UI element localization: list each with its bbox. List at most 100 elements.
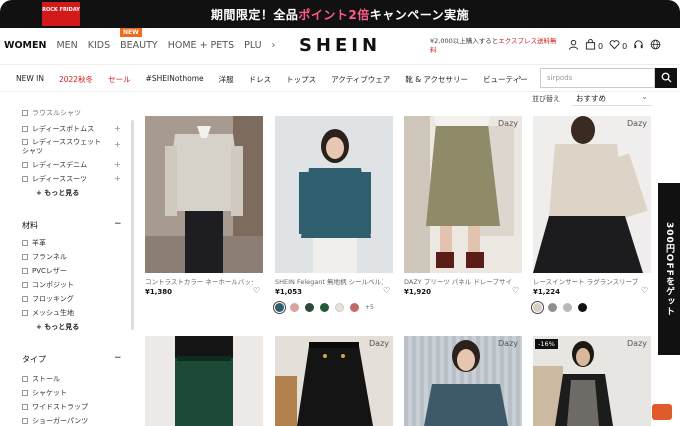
product-title[interactable]: SHEIN Felegant 無地柄 シールベルス [275, 276, 383, 286]
more-colors-count[interactable]: +5 [365, 304, 374, 311]
product-price: ¥1,380 [145, 288, 173, 296]
category-item[interactable]: トップス [286, 74, 316, 85]
filter-option-label: フランネル [32, 253, 67, 261]
product-image[interactable]: Dazy [533, 116, 651, 273]
color-swatch[interactable] [320, 303, 329, 312]
show-more-link[interactable]: + もっと見る [36, 322, 136, 332]
product-image[interactable] [145, 116, 263, 273]
category-item[interactable]: セール [108, 74, 131, 85]
site-header: WOMEN MEN KIDS BEAUTY HOME + PETS PLU › … [0, 28, 680, 62]
product-image[interactable]: Dazy [275, 336, 393, 426]
filter-option[interactable]: レディースデニム [22, 160, 122, 170]
wishlist-heart-icon[interactable]: ♡ [512, 286, 519, 295]
filter-option[interactable]: レディーススウェットシャツ [22, 138, 104, 156]
color-swatch[interactable] [548, 303, 557, 312]
promo-text-after: キャンペーン実施 [369, 8, 470, 22]
expand-plus-icon[interactable]: + [114, 160, 121, 169]
filter-option[interactable]: フロッキング [22, 294, 122, 304]
coupon-side-tab[interactable]: 300円OFFをゲット [658, 183, 680, 355]
collapse-minus-icon[interactable]: − [114, 353, 122, 363]
category-item[interactable]: ドレス [249, 74, 272, 85]
product-title[interactable]: レースインサート ラグランスリーブ [533, 276, 641, 286]
sidebar-scrollbar[interactable] [131, 120, 134, 330]
expand-plus-icon[interactable]: + [114, 174, 121, 183]
product-image[interactable]: Dazy [404, 116, 522, 273]
search-input[interactable]: sirpods [540, 68, 655, 88]
cart-icon[interactable] [585, 39, 596, 53]
filter-option[interactable]: フランネル [22, 252, 122, 262]
category-item[interactable]: 洋服 [219, 74, 234, 85]
brand-badge: Dazy [627, 339, 647, 348]
wishlist-heart-icon[interactable]: ♡ [253, 286, 260, 295]
user-icon[interactable] [568, 39, 579, 53]
color-swatch[interactable] [563, 303, 572, 312]
wishlist-heart-icon[interactable]: ♡ [383, 286, 390, 295]
header-icons: 0 0 [568, 39, 661, 53]
checkbox[interactable] [22, 176, 28, 182]
checkbox[interactable] [22, 404, 28, 410]
filter-option[interactable]: ワイドストラップ [22, 402, 122, 412]
filter-option[interactable]: コンポジット [22, 280, 122, 290]
checkbox[interactable] [22, 268, 28, 274]
filter-option-label: ストール [32, 375, 60, 383]
checkbox[interactable] [22, 110, 28, 116]
product-image[interactable]: Dazy [404, 336, 522, 426]
category-list: NEW IN 2022秋冬 セール #SHEINothome 洋服 ドレス トッ… [16, 74, 528, 85]
checkbox[interactable] [22, 390, 28, 396]
product-image[interactable] [145, 336, 263, 426]
color-swatch[interactable] [350, 303, 359, 312]
color-swatch[interactable] [578, 303, 587, 312]
search-icon [661, 72, 672, 83]
filter-option[interactable]: ラウスルシャツ [22, 108, 122, 118]
product-image[interactable]: -16% Dazy [533, 336, 651, 426]
expand-plus-icon[interactable]: + [114, 140, 121, 149]
category-item[interactable]: #SHEINothome [146, 74, 204, 85]
show-more-link[interactable]: + もっと見る [36, 188, 136, 198]
filter-option[interactable]: メッシュ生地 [22, 308, 122, 318]
checkbox[interactable] [22, 296, 28, 302]
color-swatch[interactable] [335, 303, 344, 312]
checkbox[interactable] [22, 418, 28, 424]
filter-option[interactable]: PVCレザー [22, 266, 122, 276]
filter-option[interactable]: レディースボトムス [22, 124, 122, 134]
color-swatch[interactable] [275, 303, 284, 312]
checkbox[interactable] [22, 310, 28, 316]
category-item[interactable]: 2022秋冬 [59, 74, 93, 85]
gift-icon[interactable] [652, 404, 672, 420]
checkbox[interactable] [22, 254, 28, 260]
filter-option[interactable]: ストール [22, 374, 122, 384]
color-swatch[interactable] [533, 303, 542, 312]
category-item[interactable]: NEW IN [16, 74, 44, 85]
category-item[interactable]: アクティブウェア [331, 74, 390, 85]
search-button[interactable] [655, 68, 677, 88]
globe-icon[interactable] [650, 39, 661, 53]
filter-option[interactable]: 羊革 [22, 238, 122, 248]
checkbox[interactable] [22, 139, 28, 145]
promo-banner[interactable]: ROCK FRIDAY 期間限定！全品ポイント2倍キャンペーン実施 [0, 0, 680, 28]
checkbox[interactable] [22, 282, 28, 288]
chevron-down-icon: ⌄ [641, 92, 648, 101]
collapse-minus-icon[interactable]: − [114, 219, 122, 229]
sort-select[interactable]: おすすめ ⌄ [572, 90, 652, 106]
filter-section-title[interactable]: 材料 [22, 220, 122, 231]
filter-section-title[interactable]: タイプ [22, 354, 122, 365]
sort-label: 並び替え [532, 95, 560, 103]
expand-plus-icon[interactable]: + [114, 124, 121, 133]
checkbox[interactable] [22, 240, 28, 246]
wishlist-heart-icon[interactable]: ♡ [641, 286, 648, 295]
heart-icon[interactable] [609, 39, 620, 53]
headset-icon[interactable] [633, 39, 644, 53]
filter-option[interactable]: レディーススーツ [22, 174, 122, 184]
chevron-right-icon[interactable]: › [518, 73, 522, 83]
checkbox[interactable] [22, 126, 28, 132]
color-swatch[interactable] [305, 303, 314, 312]
category-item[interactable]: 靴 & アクセサリー [405, 74, 468, 85]
filter-option[interactable]: ショーガーパンツ [22, 416, 122, 426]
checkbox[interactable] [22, 376, 28, 382]
product-image[interactable] [275, 116, 393, 273]
product-title[interactable]: DAZY プリーツ パネル ドレープサイ [404, 276, 512, 286]
filter-option[interactable]: シャケット [22, 388, 122, 398]
color-swatch[interactable] [290, 303, 299, 312]
checkbox[interactable] [22, 162, 28, 168]
product-title[interactable]: コントラストカラー ネーホールバック [145, 276, 253, 286]
